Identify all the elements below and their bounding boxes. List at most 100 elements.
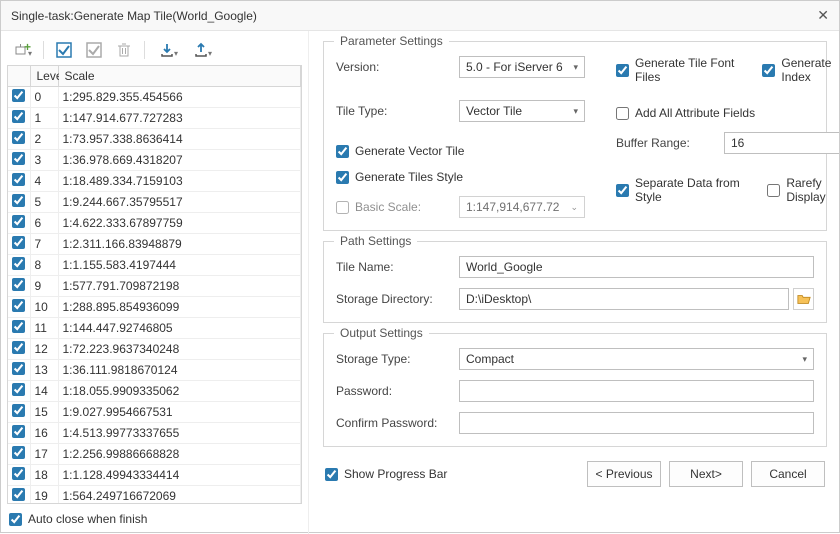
cell-scale: 1:9.027.9954667531 [58, 402, 301, 423]
cell-scale: 1:2.311.166.83948879 [58, 234, 301, 255]
row-checkbox[interactable] [12, 404, 25, 417]
cell-scale: 1:288.895.854936099 [58, 297, 301, 318]
uncheck-all-button[interactable] [82, 39, 106, 61]
table-row[interactable]: 131:36.111.9818670124 [8, 360, 301, 381]
cell-level: 1 [30, 108, 58, 129]
cell-scale: 1:1.128.49943334414 [58, 465, 301, 486]
table-row[interactable]: 91:577.791.709872198 [8, 276, 301, 297]
row-checkbox[interactable] [12, 467, 25, 480]
auto-close-checkbox[interactable]: Auto close when finish [7, 504, 302, 534]
gen-tiles-style-checkbox[interactable]: Generate Tiles Style [336, 170, 586, 184]
row-checkbox[interactable] [12, 320, 25, 333]
table-row[interactable]: 61:4.622.333.67897759 [8, 213, 301, 234]
table-row[interactable]: 71:2.311.166.83948879 [8, 234, 301, 255]
close-icon[interactable]: ✕ [817, 7, 829, 24]
cell-scale: 1:295.829.355.454566 [58, 87, 301, 108]
separate-data-checkbox[interactable]: Separate Data from Style [616, 176, 753, 204]
add-scale-button[interactable]: + ▾ [7, 39, 35, 61]
row-checkbox[interactable] [12, 173, 25, 186]
cell-level: 14 [30, 381, 58, 402]
storage-type-combo[interactable]: Compact ▾ [459, 348, 814, 370]
row-checkbox[interactable] [12, 278, 25, 291]
table-row[interactable]: 51:9.244.667.35795517 [8, 192, 301, 213]
table-row[interactable]: 31:36.978.669.4318207 [8, 150, 301, 171]
row-checkbox[interactable] [12, 446, 25, 459]
cell-scale: 1:4.622.333.67897759 [58, 213, 301, 234]
cell-scale: 1:9.244.667.35795517 [58, 192, 301, 213]
cancel-button[interactable]: Cancel [751, 461, 825, 487]
cell-scale: 1:147.914.677.727283 [58, 108, 301, 129]
next-button[interactable]: Next> [669, 461, 743, 487]
parameter-settings-group: Parameter Settings Version: 5.0 - For iS… [323, 41, 827, 231]
row-checkbox[interactable] [12, 299, 25, 312]
gen-index-checkbox[interactable]: Generate Index [762, 56, 839, 84]
row-checkbox[interactable] [12, 425, 25, 438]
cell-level: 0 [30, 87, 58, 108]
cell-level: 10 [30, 297, 58, 318]
table-row[interactable]: 171:2.256.99886668828 [8, 444, 301, 465]
rarefy-checkbox[interactable]: Rarefy Display [767, 176, 839, 204]
password-input[interactable] [459, 380, 814, 402]
row-checkbox[interactable] [12, 236, 25, 249]
cell-scale: 1:18.489.334.7159103 [58, 171, 301, 192]
import-button[interactable]: ▾ [153, 39, 181, 61]
col-level[interactable]: Level [30, 66, 58, 87]
row-checkbox[interactable] [12, 383, 25, 396]
cell-level: 12 [30, 339, 58, 360]
left-panel: + ▾ ▾ ▾ [1, 31, 309, 534]
table-row[interactable]: 81:1.155.583.4197444 [8, 255, 301, 276]
basic-scale-checkbox[interactable]: Basic Scale: [336, 200, 451, 214]
row-checkbox[interactable] [12, 362, 25, 375]
table-row[interactable]: 151:9.027.9954667531 [8, 402, 301, 423]
scale-table[interactable]: Level Scale 01:295.829.355.45456611:147.… [7, 65, 302, 504]
row-checkbox[interactable] [12, 257, 25, 270]
cell-scale: 1:72.223.9637340248 [58, 339, 301, 360]
confirm-password-input[interactable] [459, 412, 814, 434]
row-checkbox[interactable] [12, 488, 25, 501]
tile-name-input[interactable]: World_Google [459, 256, 814, 278]
table-row[interactable]: 141:18.055.9909335062 [8, 381, 301, 402]
row-checkbox[interactable] [12, 194, 25, 207]
tile-name-label: Tile Name: [336, 260, 451, 274]
title-bar: Single-task:Generate Map Tile(World_Goog… [1, 1, 839, 31]
tile-type-combo[interactable]: Vector Tile ▾ [459, 100, 585, 122]
gen-vector-tile-checkbox[interactable]: Generate Vector Tile [336, 144, 586, 158]
table-row[interactable]: 11:147.914.677.727283 [8, 108, 301, 129]
cell-level: 5 [30, 192, 58, 213]
table-row[interactable]: 161:4.513.99773337655 [8, 423, 301, 444]
row-checkbox[interactable] [12, 89, 25, 102]
table-row[interactable]: 21:73.957.338.8636414 [8, 129, 301, 150]
version-combo[interactable]: 5.0 - For iServer 6 ▾ [459, 56, 585, 78]
gen-font-checkbox[interactable]: Generate Tile Font Files [616, 56, 748, 84]
row-checkbox[interactable] [12, 110, 25, 123]
buffer-range-input[interactable]: 16 [724, 132, 839, 154]
separator [43, 41, 44, 59]
table-row[interactable]: 181:1.128.49943334414 [8, 465, 301, 486]
cell-scale: 1:73.957.338.8636414 [58, 129, 301, 150]
table-row[interactable]: 01:295.829.355.454566 [8, 87, 301, 108]
cell-level: 16 [30, 423, 58, 444]
row-checkbox[interactable] [12, 215, 25, 228]
row-checkbox[interactable] [12, 152, 25, 165]
browse-folder-button[interactable] [793, 288, 814, 310]
check-all-button[interactable] [52, 39, 76, 61]
cell-scale: 1:36.978.669.4318207 [58, 150, 301, 171]
table-row[interactable]: 41:18.489.334.7159103 [8, 171, 301, 192]
show-progress-checkbox[interactable]: Show Progress Bar [325, 467, 447, 481]
table-row[interactable]: 111:144.447.92746805 [8, 318, 301, 339]
export-button[interactable]: ▾ [187, 39, 215, 61]
auto-close-input[interactable] [9, 513, 22, 526]
row-checkbox[interactable] [12, 131, 25, 144]
delete-button[interactable] [112, 39, 136, 61]
col-scale[interactable]: Scale [58, 66, 301, 87]
tile-type-label: Tile Type: [336, 104, 451, 118]
previous-button[interactable]: < Previous [587, 461, 661, 487]
table-row[interactable]: 121:72.223.9637340248 [8, 339, 301, 360]
storage-dir-input[interactable]: D:\iDesktop\ [459, 288, 789, 310]
basic-scale-combo[interactable]: 1:147,914,677.72 ⌄ [459, 196, 585, 218]
cell-scale: 1:36.111.9818670124 [58, 360, 301, 381]
table-row[interactable]: 191:564.249716672069 [8, 486, 301, 505]
row-checkbox[interactable] [12, 341, 25, 354]
add-all-attr-checkbox[interactable]: Add All Attribute Fields [616, 106, 839, 120]
table-row[interactable]: 101:288.895.854936099 [8, 297, 301, 318]
